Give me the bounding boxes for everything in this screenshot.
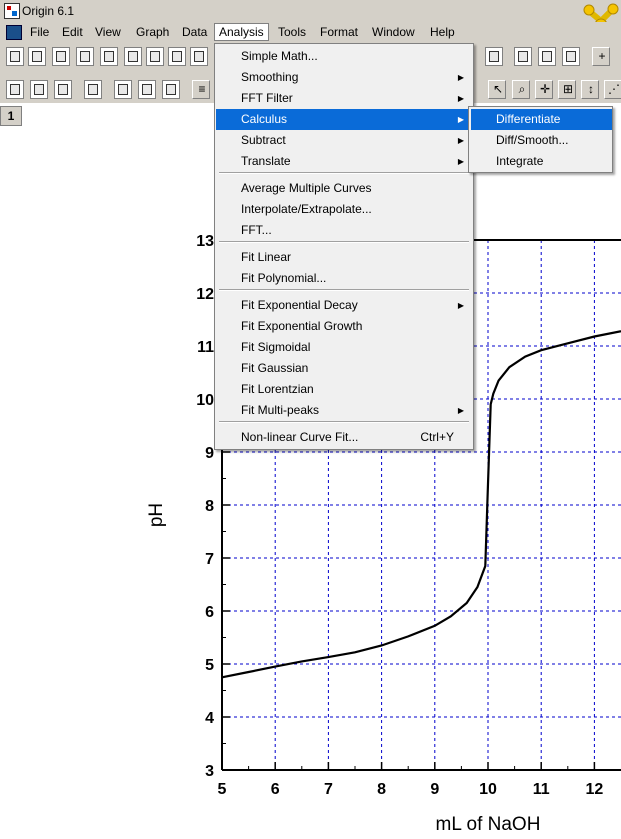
- menu-item-label: FFT...: [241, 223, 272, 237]
- x-tick-label: 12: [586, 781, 604, 798]
- submenu-arrow-icon: ▶: [457, 73, 464, 82]
- shortcut-label: Ctrl+Y: [420, 430, 454, 444]
- submenu-arrow-icon: ▶: [457, 157, 464, 166]
- menu-item-label: Interpolate/Extrapolate...: [241, 202, 372, 216]
- submenu-arrow-icon: ▶: [457, 406, 464, 415]
- x-tick-label: 7: [324, 781, 333, 798]
- menu-item-translate[interactable]: Translate ▶: [216, 151, 472, 172]
- y-tick-label: 12: [196, 286, 214, 303]
- y-tick-label: 4: [205, 710, 214, 727]
- menu-separator: [219, 241, 469, 243]
- x-axis-label: mL of NaOH: [436, 814, 541, 835]
- menu-item-label: Simple Math...: [241, 49, 318, 63]
- menu-separator: [219, 172, 469, 174]
- menu-item-fit-polynomial[interactable]: Fit Polynomial...: [216, 268, 472, 289]
- menu-item-label: Calculus: [241, 112, 288, 126]
- menu-item-label: Fit Linear: [241, 250, 292, 264]
- y-tick-label: 11: [197, 339, 214, 356]
- menu-item-label: Average Multiple Curves: [241, 181, 372, 195]
- y-tick-label: 8: [205, 498, 214, 515]
- menu-item-label: Fit Multi-peaks: [241, 403, 320, 417]
- y-tick-label: 13: [196, 233, 214, 250]
- menu-item-fit-multi-peaks[interactable]: Fit Multi-peaks ▶: [216, 400, 472, 421]
- menu-item-label: Smoothing: [241, 70, 299, 84]
- submenu-item-label: Integrate: [496, 154, 544, 168]
- y-tick-label: 3: [205, 763, 214, 780]
- x-tick-label: 6: [271, 781, 280, 798]
- submenu-arrow-icon: ▶: [457, 136, 464, 145]
- menu-item-non-linear-curve-fit[interactable]: Non-linear Curve Fit... Ctrl+Y: [216, 427, 472, 448]
- y-axis-label: pH: [146, 503, 167, 527]
- menu-item-label: Fit Polynomial...: [241, 271, 327, 285]
- menu-item-fit-sigmoidal[interactable]: Fit Sigmoidal: [216, 337, 472, 358]
- submenu-item-integrate[interactable]: Integrate: [471, 151, 612, 172]
- y-tick-label: 10: [196, 392, 214, 409]
- menu-item-label: Subtract: [241, 133, 286, 147]
- menu-item-smoothing[interactable]: Smoothing ▶: [216, 67, 472, 88]
- menu-item-label: Fit Gaussian: [241, 361, 309, 375]
- x-tick-label: 5: [218, 781, 227, 798]
- menu-item-fit-linear[interactable]: Fit Linear: [216, 247, 472, 268]
- menu-item-label: Translate: [241, 154, 291, 168]
- menu-item-interpolate-extrapolate[interactable]: Interpolate/Extrapolate...: [216, 199, 472, 220]
- y-tick-label: 5: [205, 657, 214, 674]
- menu-item-calculus[interactable]: Calculus ▶: [216, 109, 472, 130]
- menu-separator: [219, 421, 469, 423]
- menu-item-label: Non-linear Curve Fit...: [241, 430, 359, 444]
- y-tick-label: 6: [205, 604, 214, 621]
- analysis-menu-dropdown: Simple Math... Smoothing ▶ FFT Filter ▶ Calcu…: [214, 43, 474, 450]
- menu-item-fft-filter[interactable]: FFT Filter ▶: [216, 88, 472, 109]
- submenu-item-label: Diff/Smooth...: [496, 133, 569, 147]
- x-tick-label: 8: [377, 781, 386, 798]
- x-tick-label: 9: [430, 781, 439, 798]
- menu-item-subtract[interactable]: Subtract ▶: [216, 130, 472, 151]
- menu-item-fit-exponential-decay[interactable]: Fit Exponential Decay ▶: [216, 295, 472, 316]
- submenu-item-label: Differentiate: [496, 112, 561, 126]
- submenu-arrow-icon: ▶: [457, 115, 464, 124]
- calculus-submenu: Differentiate Diff/Smooth... Integrate: [468, 106, 613, 173]
- menu-item-fft[interactable]: FFT...: [216, 220, 472, 241]
- x-tick-label: 10: [479, 781, 497, 798]
- y-tick-label: 7: [205, 551, 214, 568]
- menu-item-label: Fit Lorentzian: [241, 382, 314, 396]
- menu-item-fit-lorentzian[interactable]: Fit Lorentzian: [216, 379, 472, 400]
- menu-item-simple-math[interactable]: Simple Math...: [216, 46, 472, 67]
- submenu-item-differentiate[interactable]: Differentiate: [471, 109, 612, 130]
- submenu-arrow-icon: ▶: [457, 94, 464, 103]
- menu-item-average-multiple-curves[interactable]: Average Multiple Curves: [216, 178, 472, 199]
- x-tick-label: 11: [533, 781, 550, 798]
- menu-item-label: Fit Sigmoidal: [241, 340, 311, 354]
- submenu-arrow-icon: ▶: [457, 301, 464, 310]
- y-tick-label: 9: [205, 445, 214, 462]
- submenu-item-diff-smooth[interactable]: Diff/Smooth...: [471, 130, 612, 151]
- menu-item-fit-exponential-growth[interactable]: Fit Exponential Growth: [216, 316, 472, 337]
- menu-item-label: Fit Exponential Growth: [241, 319, 363, 333]
- menu-separator: [219, 289, 469, 291]
- menu-item-label: FFT Filter: [241, 91, 293, 105]
- menu-item-fit-gaussian[interactable]: Fit Gaussian: [216, 358, 472, 379]
- menu-item-label: Fit Exponential Decay: [241, 298, 358, 312]
